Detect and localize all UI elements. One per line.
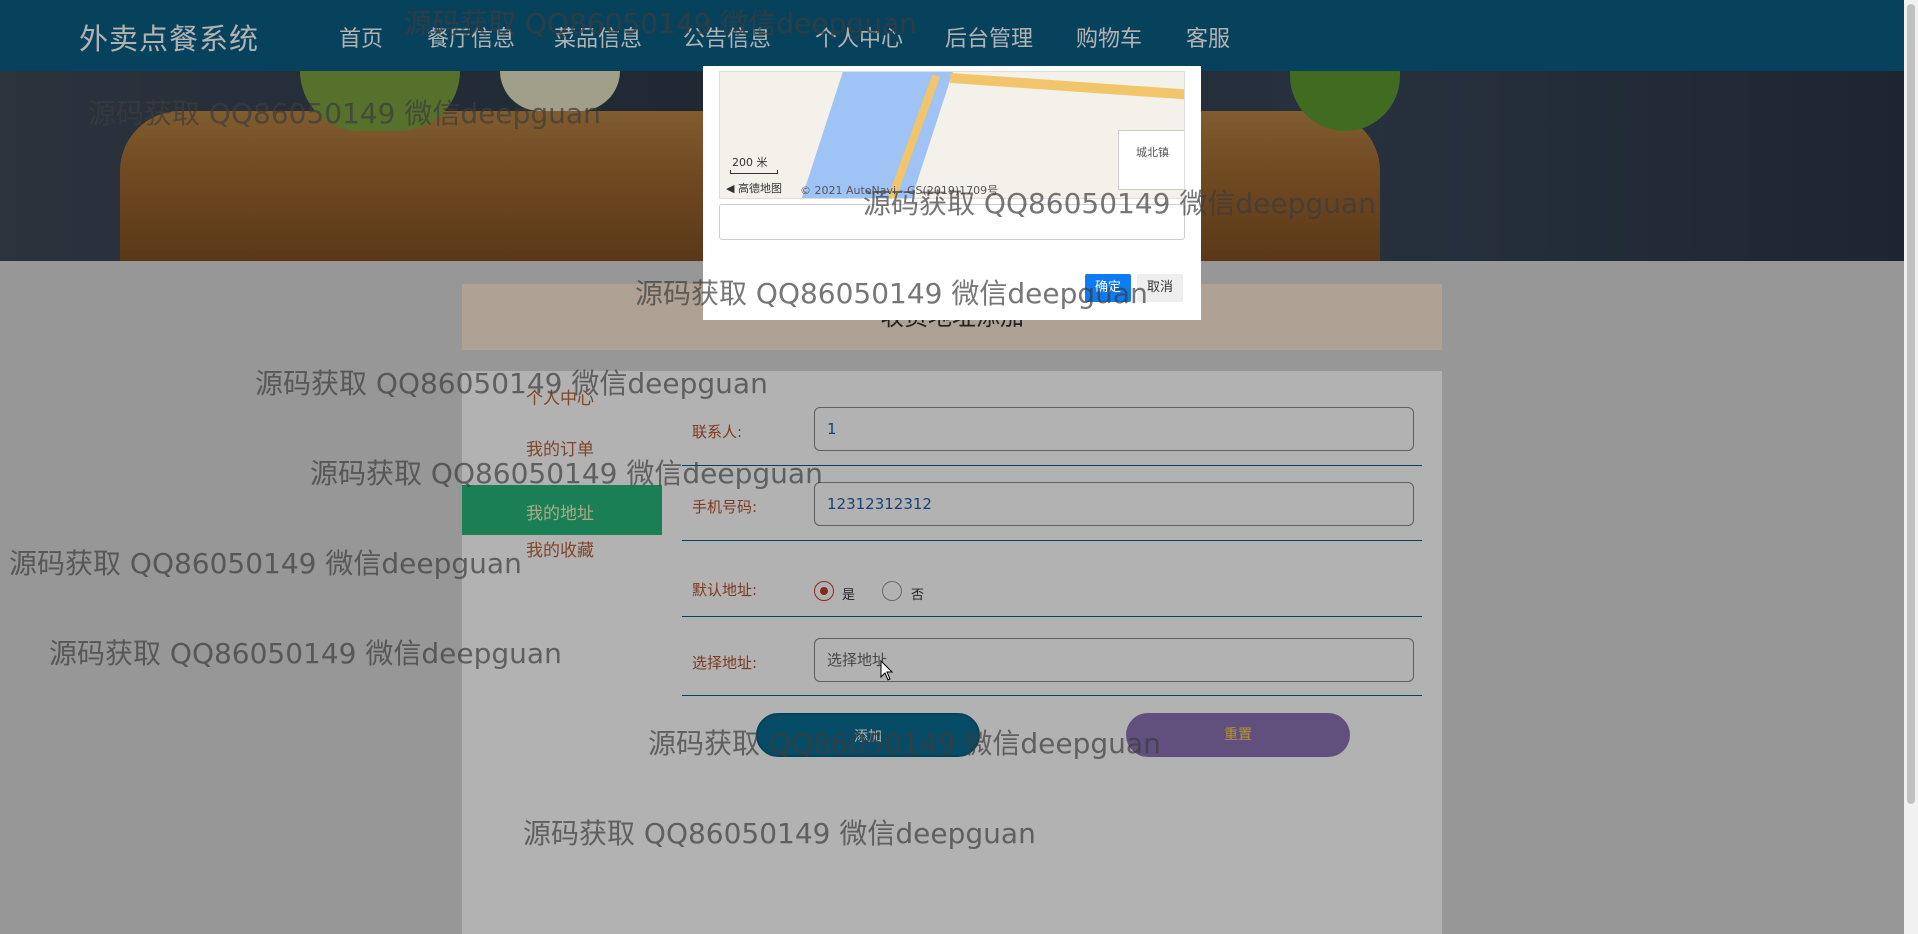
map-view[interactable]: 城北镇 200 米 ◀ 高德地图 © 2021 AutoNavi - GS(20… bbox=[719, 71, 1185, 199]
confirm-button[interactable]: 确定 bbox=[1085, 274, 1131, 302]
scrollbar-thumb[interactable] bbox=[1907, 4, 1915, 804]
selected-address-field[interactable] bbox=[719, 204, 1185, 240]
map-copyright: © 2021 AutoNavi - GS(2019)1709号 bbox=[800, 184, 999, 197]
map-logo-text: 高德地图 bbox=[737, 182, 782, 195]
page-scrollbar[interactable] bbox=[1904, 0, 1918, 934]
map-place-label: 城北镇 bbox=[1136, 146, 1169, 159]
cancel-button[interactable]: 取消 bbox=[1137, 274, 1183, 302]
map-scale-label: 200 米 bbox=[732, 156, 768, 169]
map-scale-bar bbox=[730, 170, 778, 174]
map-logo: ◀ 高德地图 bbox=[726, 182, 782, 195]
map-dialog: 城北镇 200 米 ◀ 高德地图 © 2021 AutoNavi - GS(20… bbox=[703, 66, 1201, 320]
mouse-cursor-icon bbox=[880, 660, 894, 681]
map-minimap[interactable] bbox=[1118, 130, 1184, 190]
map-road bbox=[949, 72, 1184, 102]
